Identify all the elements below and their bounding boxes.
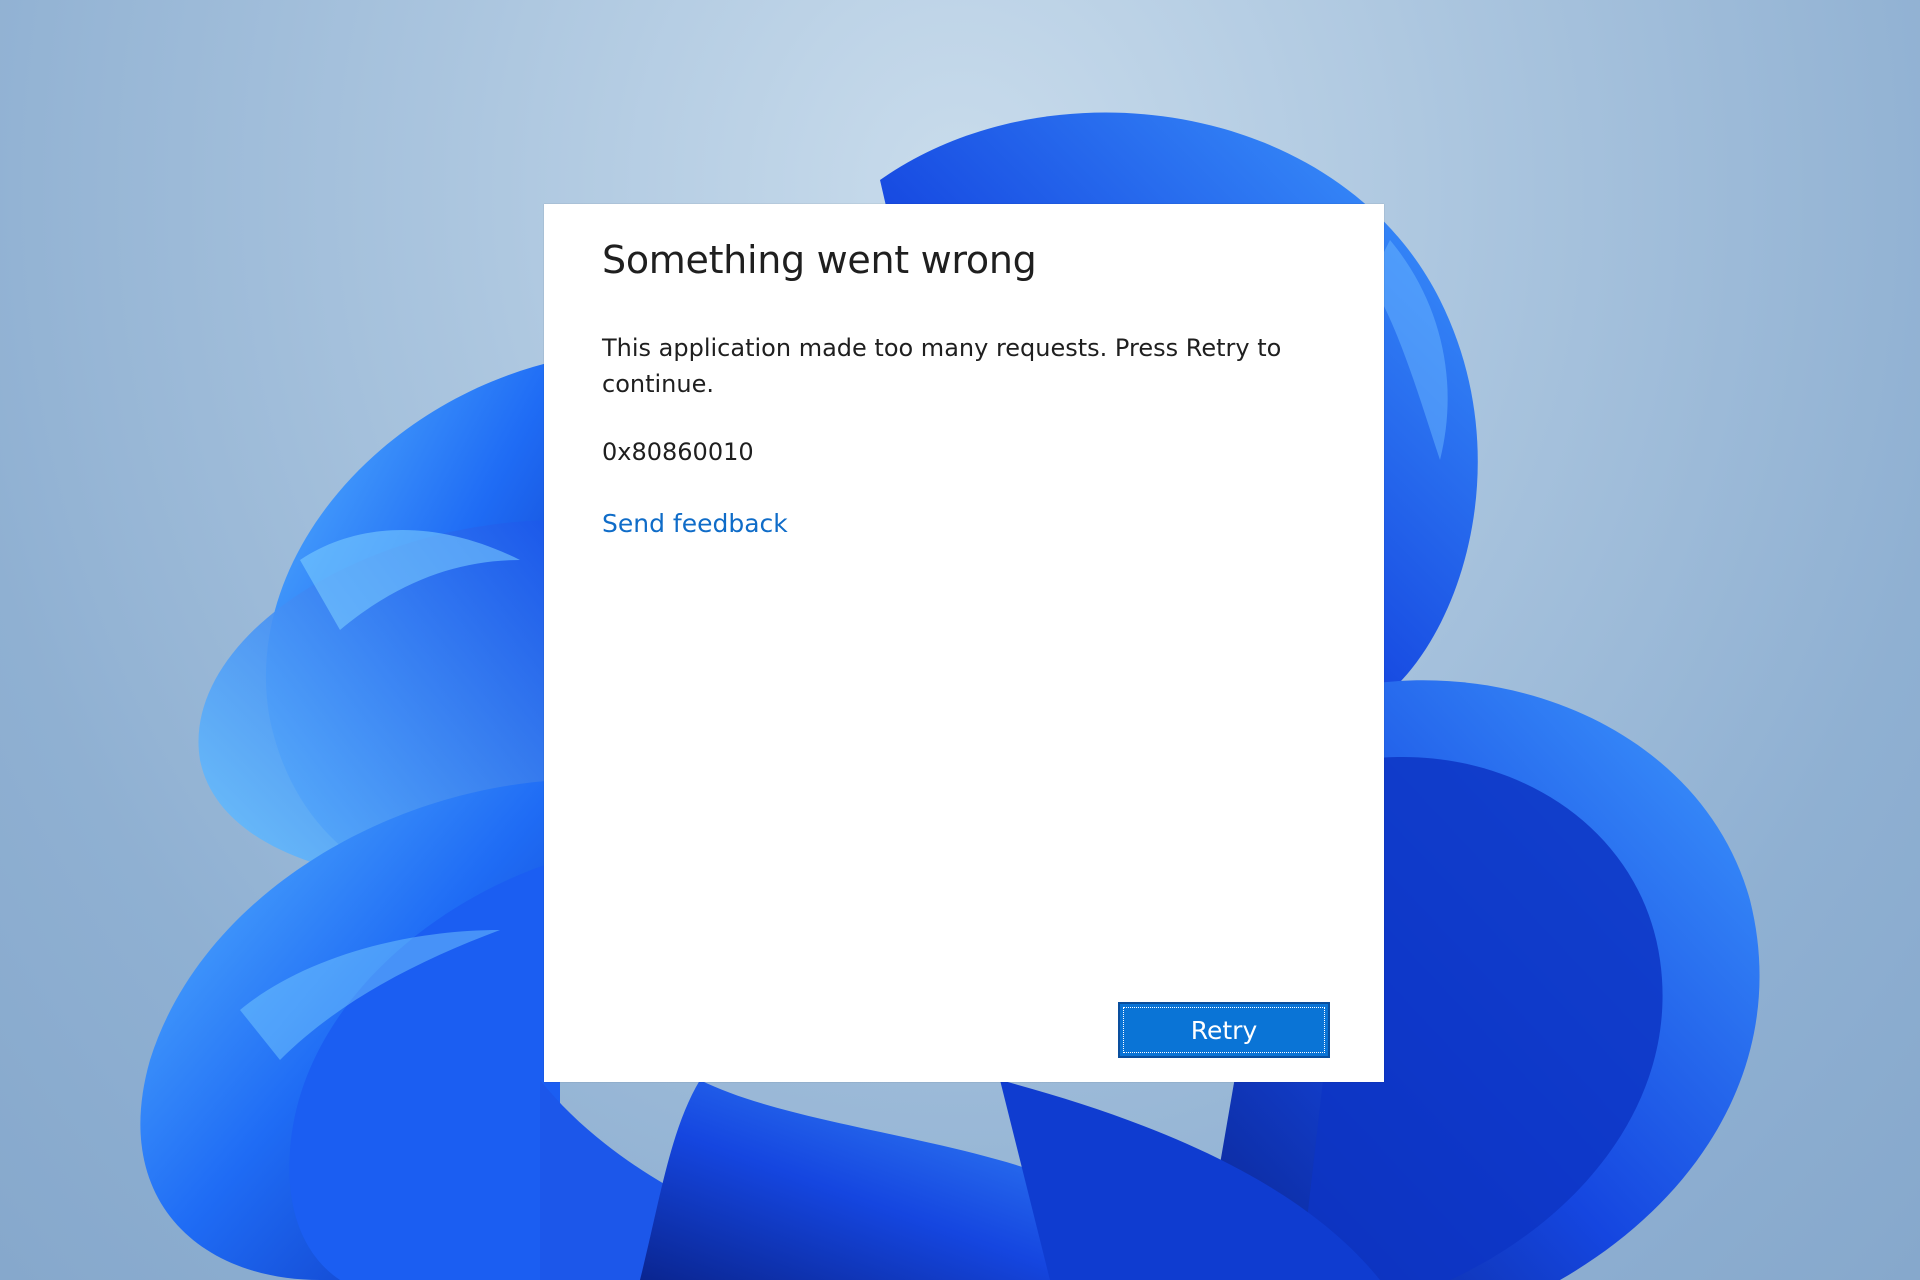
retry-button[interactable]: Retry [1118,1002,1330,1058]
error-message: This application made too many requests.… [602,334,1282,398]
send-feedback-link[interactable]: Send feedback [602,509,788,538]
error-code: 0x80860010 [602,438,754,466]
error-dialog: Something went wrong This application ma… [544,204,1384,1082]
dialog-title: Something went wrong [602,238,1037,282]
